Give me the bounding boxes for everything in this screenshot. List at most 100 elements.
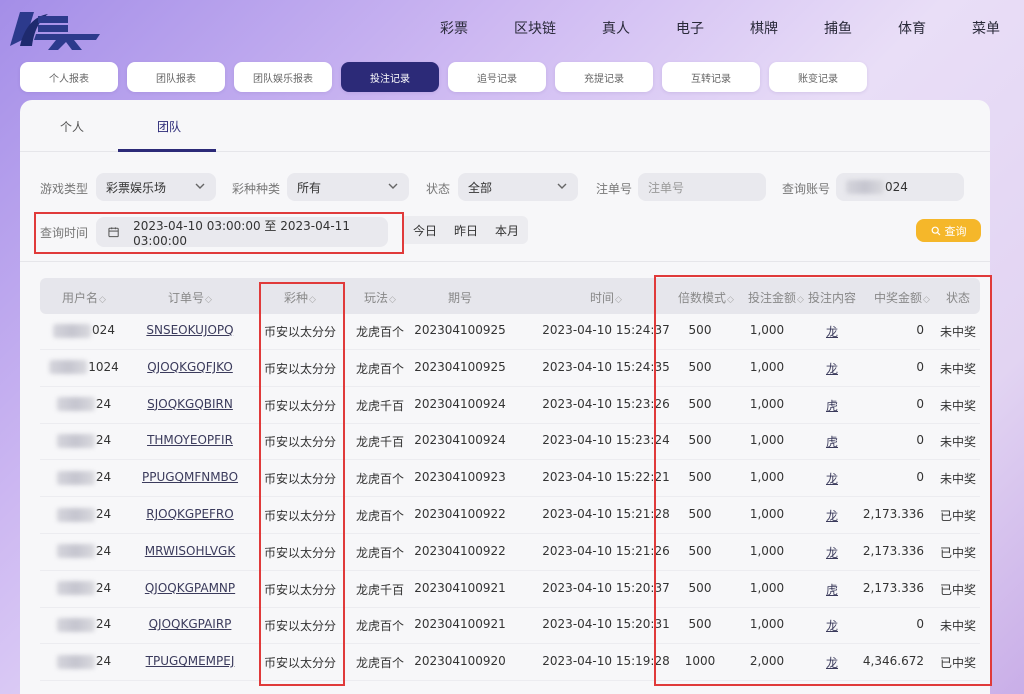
table-row: 1024 QJOQKGQFJKO 币安以太分分 龙虎百个 202304100925 202… — [40, 351, 980, 387]
cell-status: 未中奖 — [939, 325, 977, 339]
calendar-icon — [108, 227, 119, 238]
cell-order-number[interactable]: PPUGQMFNMBO — [142, 470, 238, 484]
col-username[interactable]: 用户名◇ — [62, 289, 106, 306]
nav-item-menu[interactable]: 菜单 — [972, 18, 1000, 38]
cell-bet-content[interactable]: 龙 — [826, 544, 838, 561]
cell-bet-content[interactable]: 龙 — [826, 323, 838, 340]
masked-username — [56, 617, 95, 632]
nav-item-chess[interactable]: 棋牌 — [750, 18, 778, 38]
order-number-placeholder: 注单号 — [648, 180, 685, 195]
cell-bet-content[interactable]: 虎 — [826, 397, 838, 414]
tab-bet-records[interactable]: 投注记录 — [341, 62, 439, 92]
cell-bet-content[interactable]: 龙 — [826, 507, 838, 524]
status-select[interactable]: 全部 — [458, 173, 578, 201]
cell-order-number[interactable]: QJOQKGPAMNP — [145, 581, 235, 595]
table-header: 用户名◇ 订单号◇ 彩种◇ 玩法◇ 期号 时间◇ 倍数模式◇ 投注金额◇ 投注内… — [40, 278, 980, 314]
col-win-amount[interactable]: 中奖金额◇ — [874, 289, 930, 306]
cell-issue: 202304100921 — [414, 617, 506, 632]
chevron-down-icon — [195, 183, 205, 189]
tab-personal-report[interactable]: 个人报表 — [20, 62, 118, 92]
cell-bet-content[interactable]: 龙 — [826, 617, 838, 634]
brand-logo[interactable] — [8, 8, 106, 52]
cell-bet-amount: 1,000 — [749, 323, 785, 337]
this-month-button[interactable]: 本月 — [486, 216, 529, 244]
masked-username — [56, 654, 95, 669]
cell-bet-content[interactable]: 龙 — [826, 360, 838, 377]
cell-multiplier: 500 — [688, 433, 712, 448]
col-play-type[interactable]: 玩法◇ — [364, 289, 396, 306]
cell-order-number[interactable]: RJOQKGPEFRO — [146, 507, 233, 521]
cell-win-amount: 2,173.336 — [862, 507, 924, 521]
tab-team[interactable]: 团队 — [157, 118, 181, 135]
order-number-input[interactable]: 注单号 — [638, 173, 766, 201]
username-suffix: 24 — [95, 543, 112, 558]
tab-transfer-records[interactable]: 互转记录 — [662, 62, 760, 92]
cell-status: 已中奖 — [939, 545, 977, 560]
chevron-down-icon — [557, 183, 567, 189]
date-range-picker[interactable]: 2023-04-10 03:00:00 至 2023-04-11 03:00:0… — [96, 217, 388, 248]
col-time[interactable]: 时间◇ — [590, 289, 622, 306]
col-multiplier[interactable]: 倍数模式◇ — [678, 289, 734, 306]
cell-order-number[interactable]: MRWISOHLVGK — [145, 544, 235, 558]
cell-bet-content[interactable]: 虎 — [826, 433, 838, 450]
today-button[interactable]: 今日 — [404, 216, 448, 244]
nav-item-live[interactable]: 真人 — [602, 18, 630, 38]
cell-username: 24 — [56, 617, 111, 632]
cell-play-type: 龙虎百个 — [355, 545, 405, 560]
cell-play-type: 龙虎百个 — [355, 509, 405, 523]
cell-order-number[interactable]: QJOQKGQFJKO — [147, 360, 233, 374]
cell-win-amount: 0 — [916, 323, 924, 337]
cell-bet-content[interactable]: 龙 — [826, 470, 838, 487]
cell-win-amount: 0 — [916, 617, 924, 632]
masked-username — [56, 507, 95, 522]
tab-deposit-withdraw-records[interactable]: 充提记录 — [555, 62, 653, 92]
cell-order-number[interactable]: SJOQKGQBIRN — [147, 397, 233, 411]
cell-bet-content[interactable]: 龙 — [826, 654, 838, 671]
cell-win-amount: 2,173.336 — [862, 543, 924, 558]
col-bet-content: 投注内容 — [807, 291, 857, 305]
cell-issue: 202304100923 — [414, 470, 506, 485]
account-input[interactable]: 024 — [836, 173, 964, 201]
nav-item-fishing[interactable]: 捕鱼 — [824, 18, 852, 38]
cell-order-number[interactable]: THMOYEOPFIR — [147, 433, 233, 447]
nav-item-lottery[interactable]: 彩票 — [440, 18, 468, 38]
col-lottery[interactable]: 彩种◇ — [284, 289, 316, 306]
cell-multiplier: 500 — [688, 580, 712, 595]
username-suffix: 24 — [95, 507, 112, 521]
masked-username — [846, 180, 884, 194]
cell-status: 已中奖 — [939, 509, 977, 523]
cell-order-number[interactable]: TPUGQMEMPEJ — [146, 654, 235, 668]
cell-play-type: 龙虎千百 — [355, 582, 405, 597]
yesterday-button[interactable]: 昨日 — [445, 216, 489, 244]
cell-status: 未中奖 — [939, 435, 977, 450]
tab-team-report[interactable]: 团队报表 — [127, 62, 225, 92]
account-label: 查询账号 — [782, 182, 831, 196]
cell-username: 24 — [56, 397, 111, 412]
cell-bet-content[interactable]: 虎 — [826, 581, 838, 598]
tab-team-entertainment-report[interactable]: 团队娱乐报表 — [234, 62, 332, 92]
cell-time: 2023-04-10 15:20:37 — [542, 580, 670, 595]
cell-multiplier: 500 — [688, 323, 712, 337]
cell-order-number[interactable]: QJOQKGPAIRP — [149, 617, 232, 631]
tab-personal[interactable]: 个人 — [60, 118, 84, 135]
tab-chase-records[interactable]: 追号记录 — [448, 62, 546, 92]
col-issue: 期号 — [447, 291, 473, 305]
username-suffix: 1024 — [88, 359, 119, 374]
cell-lottery: 币安以太分分 — [263, 509, 337, 523]
game-type-select[interactable]: 彩票娱乐场 — [96, 173, 216, 201]
col-bet-amount[interactable]: 投注金额◇ — [748, 289, 804, 306]
lottery-type-select[interactable]: 所有 — [287, 173, 409, 201]
nav-item-electronic[interactable]: 电子 — [676, 18, 704, 38]
search-button[interactable]: 查询 — [916, 219, 981, 242]
cell-status: 未中奖 — [939, 398, 977, 413]
cell-order-number[interactable]: SNSEOKUJOPQ — [146, 323, 233, 337]
cell-issue: 202304100920 — [414, 654, 506, 669]
cell-bet-amount: 1,000 — [749, 433, 785, 448]
lottery-type-label: 彩种种类 — [232, 182, 281, 196]
col-order-number[interactable]: 订单号◇ — [168, 289, 212, 306]
nav-item-sports[interactable]: 体育 — [898, 18, 926, 38]
cell-bet-amount: 1,000 — [749, 470, 785, 485]
report-tabs: 个人报表 团队报表 团队娱乐报表 投注记录 追号记录 充提记录 互转记录 账变记… — [20, 62, 876, 92]
tab-account-change-records[interactable]: 账变记录 — [769, 62, 867, 92]
nav-item-blockchain[interactable]: 区块链 — [514, 18, 556, 38]
